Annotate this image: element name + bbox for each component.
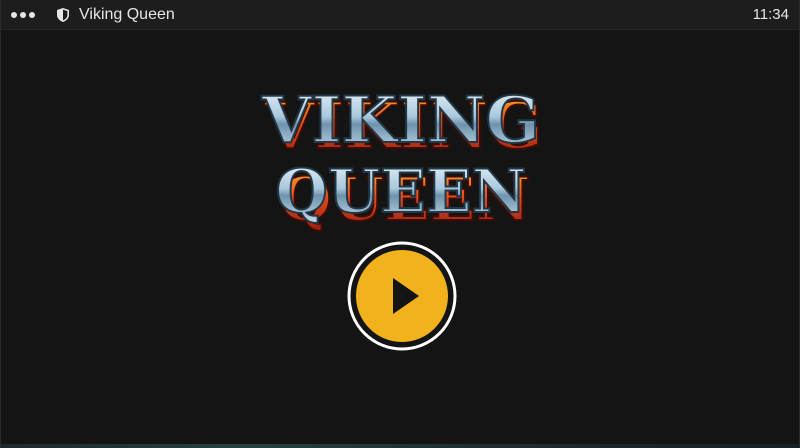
dot — [11, 11, 17, 18]
app-window: Viking Queen 11:34 VIKING VIKING QUEEN Q… — [0, 0, 800, 448]
logo-line-viking-steel: VIKING — [261, 83, 540, 158]
dot — [29, 11, 35, 18]
game-logo: VIKING VIKING QUEEN QUEEN — [260, 82, 543, 232]
menu-dots-icon[interactable] — [11, 0, 35, 30]
play-button[interactable] — [347, 241, 457, 351]
logo-line-queen: QUEEN — [276, 157, 527, 227]
clock: 11:34 — [752, 6, 789, 23]
game-stage: VIKING VIKING QUEEN QUEEN — [1, 30, 799, 444]
shield-icon — [57, 7, 71, 23]
bottom-edge — [1, 444, 799, 448]
dot — [20, 11, 26, 18]
window-title: Viking Queen — [79, 5, 175, 23]
title-bar: Viking Queen 11:34 — [1, 0, 799, 30]
